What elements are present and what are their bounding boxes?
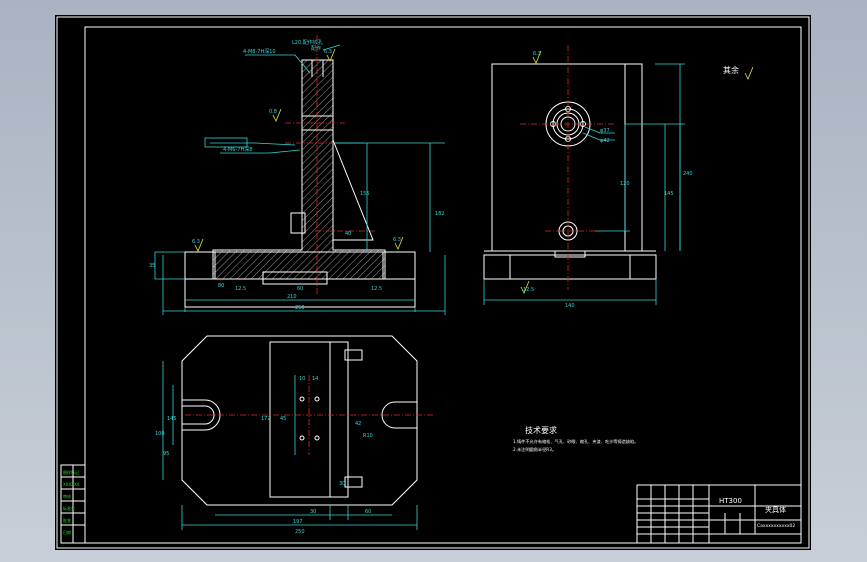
dim-label: 4-M8-7H深10 xyxy=(243,48,276,55)
strip-label: 日期 xyxy=(63,529,71,535)
dim-label: 42 xyxy=(355,421,361,427)
dim-label: 155 xyxy=(360,191,370,197)
drawing-number-label: Caxxxxxxxxxx02 xyxy=(757,523,795,529)
part-name-label: 夹具体 xyxy=(765,505,786,514)
dim-label: 14 xyxy=(312,376,318,382)
dim-label: 120 xyxy=(620,181,630,187)
dim-label: 40 xyxy=(345,231,351,237)
tech-req-item: 2.未注明圆角半径R3。 xyxy=(513,446,556,453)
side-view: 140 120 240 145 12.5 6.3 φ37 φ42 其余 xyxy=(483,45,754,309)
strip-label: 审核 xyxy=(63,493,71,499)
dim-label: 12.5 xyxy=(523,287,534,293)
engineering-drawing: 图样标记 XXXXXX 审核 标准化 批准 日期 L20,配作铰孔 配作 4-M… xyxy=(56,16,810,549)
material-label: HT300 xyxy=(719,497,742,505)
dim-label: 6.3 xyxy=(393,237,401,243)
dim-label: 6.3 xyxy=(533,51,541,57)
dim-label: R10 xyxy=(363,433,373,439)
dim-label: 10 xyxy=(299,376,305,382)
dim-label: 0.8 xyxy=(269,109,277,115)
dim-label: L20,配作铰孔 xyxy=(292,39,323,46)
dim-label: 182 xyxy=(435,211,445,217)
dim-label: 240 xyxy=(683,171,693,177)
cad-viewport[interactable]: 图样标记 XXXXXX 审核 标准化 批准 日期 L20,配作铰孔 配作 4-M… xyxy=(0,0,867,562)
strip-label: 标准化 xyxy=(63,505,75,511)
dim-label: 12.5 xyxy=(235,286,246,292)
dim-label: 250 xyxy=(295,305,305,311)
dim-label: 145 xyxy=(167,416,177,422)
outer-border xyxy=(56,16,810,549)
drawing-canvas[interactable]: 图样标记 XXXXXX 审核 标准化 批准 日期 L20,配作铰孔 配作 4-M… xyxy=(55,15,811,550)
strip-label: 图样标记 xyxy=(63,469,79,475)
dim-label: 140 xyxy=(565,303,575,309)
strip-label: XXXXXX xyxy=(63,482,80,487)
dim-label: 80 xyxy=(218,283,224,289)
dim-label: 45 xyxy=(280,416,286,422)
dim-label: 60 xyxy=(297,286,303,292)
dim-label: 12.5 xyxy=(371,286,382,292)
dim-label: 6.3 xyxy=(192,239,200,245)
top-view: 197 250 30 60 10 14 172 145 100 95 45 R1… xyxy=(155,335,435,535)
front-section-view: L20,配作铰孔 配作 4-M8-7H深10 4-M6-7H深8 210 250… xyxy=(149,35,446,315)
inner-border xyxy=(84,26,802,544)
roughness-remainder-note: 其余 xyxy=(723,65,739,75)
dim-label: 6.3 xyxy=(324,49,332,55)
strip-label: 批准 xyxy=(63,517,71,523)
dim-label: 250 xyxy=(295,529,305,535)
dim-label: φ42 xyxy=(600,138,610,144)
dim-label: 配作 xyxy=(311,45,321,52)
dim-label: 30 xyxy=(310,509,316,515)
dim-label: φ37 xyxy=(600,128,610,134)
dim-label: 145 xyxy=(664,191,674,197)
dim-label: 30 xyxy=(339,481,345,487)
left-filing-strip: 图样标记 XXXXXX 审核 标准化 批准 日期 xyxy=(60,464,86,544)
technical-requirements: 技术要求 1.铸件不允许有缩松、气孔、砂眼、缩孔、夹渣、吃沙等铸造缺陷。 2.未… xyxy=(513,425,638,453)
tech-req-heading: 技术要求 xyxy=(525,425,557,435)
dim-label: 95 xyxy=(163,451,169,457)
dim-label: 197 xyxy=(293,519,303,525)
dim-label: 172 xyxy=(261,416,271,422)
dim-label: 35 xyxy=(149,263,155,269)
dim-label: 60 xyxy=(365,509,371,515)
dim-label: 100 xyxy=(155,431,165,437)
dim-label: 210 xyxy=(287,294,297,300)
tech-req-item: 1.铸件不允许有缩松、气孔、砂眼、缩孔、夹渣、吃沙等铸造缺陷。 xyxy=(513,438,638,445)
dim-label: 4-M6-7H深8 xyxy=(223,146,252,153)
title-block: HT300 夹具体 Caxxxxxxxxxx02 xyxy=(636,484,802,544)
